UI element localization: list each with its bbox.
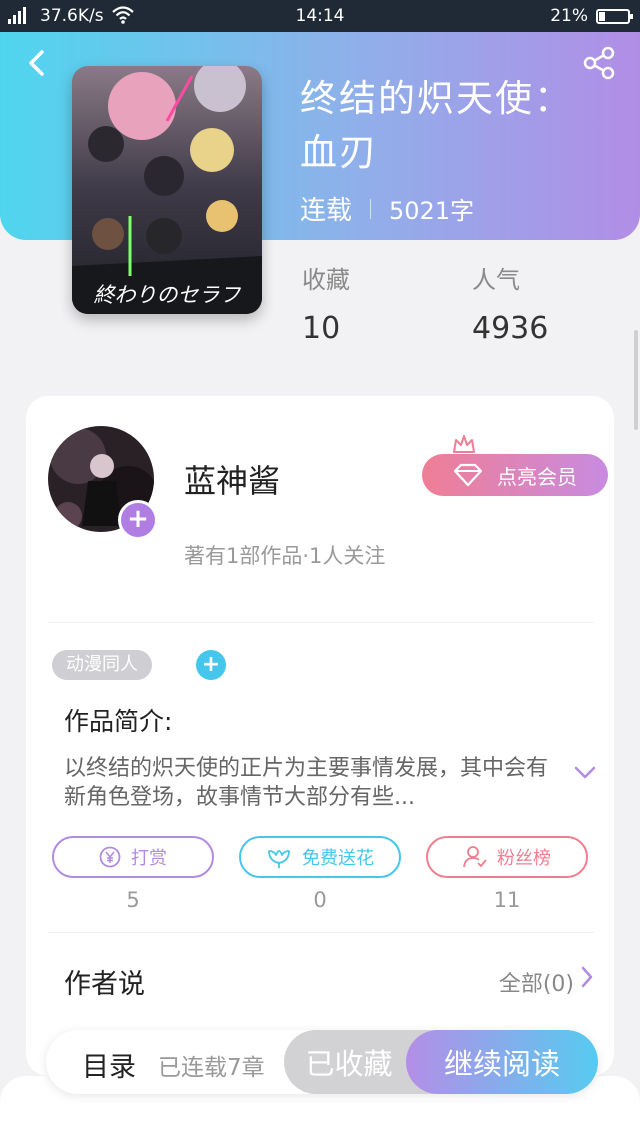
word-count: 5021字 [389,197,475,225]
toc-button[interactable]: 目录 [82,1045,136,1084]
cover-title-text: 終わりのセラフ [94,283,242,307]
bottom-action-bar: 目录 已连载7章 已收藏 继续阅读 [46,1030,598,1094]
crown-icon [453,435,475,453]
flower-icon [268,850,290,868]
send-flower-label: 免费送花 [302,848,374,869]
tip-label: 打赏 [131,848,167,869]
chevron-down-icon[interactable] [574,766,596,780]
yen-icon [99,846,121,868]
favorited-label: 已收藏 [305,1047,393,1081]
flower-count: 0 [313,888,327,912]
fan-ranking-label: 粉丝榜 [497,848,551,869]
book-meta: 连载 5021字 [300,190,474,227]
detail-card: + 蓝神酱 著有1部作品·1人关注 点亮会员 动漫同人 + 作品简介: 以终结的… [26,396,614,1076]
battery-percent: 21% [550,6,588,26]
stat-favorites: 收藏 10 [302,260,350,346]
fan-count: 11 [493,888,521,912]
divider [48,932,594,933]
stat-label: 人气 [472,266,520,294]
vip-button[interactable]: 点亮会员 [422,454,608,496]
author-says-title: 作者说 [64,969,145,1000]
vip-badge[interactable]: 点亮会员 [422,434,608,496]
continue-reading-label: 继续阅读 [443,1047,560,1081]
user-icon [463,846,487,868]
meta-divider [370,198,372,219]
battery-icon [596,9,633,24]
divider [48,622,594,623]
diamond-icon [453,463,483,487]
tip-count: 5 [126,888,140,912]
add-tag-button[interactable]: + [196,650,226,680]
intro-title: 作品简介: [64,707,173,736]
author-meta: 著有1部作品·1人关注 [184,544,386,568]
fan-ranking-button[interactable]: 粉丝榜 [426,836,588,878]
intro-text: 以终结的炽天使的正片为主要事情发展，其中会有新角色登场，故事情节大部分有些... [64,756,549,810]
continue-reading-button[interactable]: 继续阅读 [406,1030,598,1094]
author-name[interactable]: 蓝神酱 [184,456,280,502]
book-cover[interactable]: 終わりのセラフ [72,66,262,314]
status-bar: 37.6K/s 14:14 21% [0,0,640,32]
tip-button[interactable]: 打赏 [52,836,214,878]
stat-label: 收藏 [302,266,350,294]
clock: 14:14 [295,6,345,26]
stat-value: 4936 [472,311,549,346]
send-flower-button[interactable]: 免费送花 [239,836,401,878]
stat-popularity: 人气 4936 [472,260,548,346]
scrollbar[interactable] [634,330,638,430]
cover-artwork: 終わりのセラフ [72,66,262,314]
back-icon[interactable] [22,48,52,78]
book-title: 终结的炽天使：血刃 [300,77,573,174]
author-says-all-link[interactable]: 全部(0) [499,966,574,998]
chevron-right-icon[interactable] [580,966,594,988]
vip-label: 点亮会员 [497,464,577,489]
genre-tag[interactable]: 动漫同人 [52,650,152,680]
stat-value: 10 [302,311,341,346]
chapter-count: 已连载7章 [158,1055,265,1081]
follow-button[interactable]: + [118,500,158,540]
serial-status: 连载 [300,196,353,226]
